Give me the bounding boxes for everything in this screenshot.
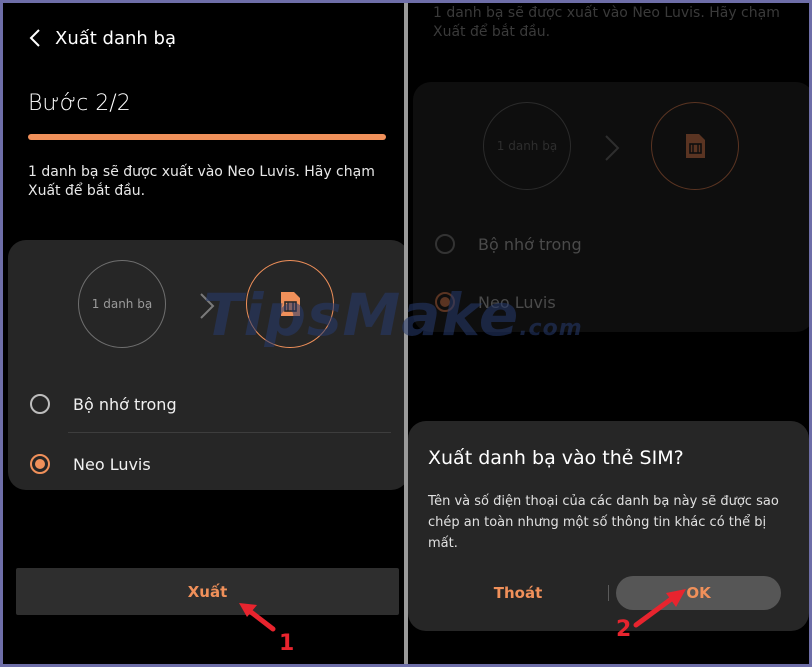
description-text-dimmed: 1 danh bạ sẽ được xuất vào Neo Luvis. Hã… <box>433 5 780 40</box>
callout-number-1: 1 <box>279 631 295 656</box>
right-screen: 1 danh bạ sẽ được xuất vào Neo Luvis. Hã… <box>408 3 809 664</box>
option-label: Neo Luvis <box>73 454 151 474</box>
sim-target-circle <box>651 102 739 190</box>
callout-number-2: 2 <box>616 617 632 642</box>
option-divider <box>68 432 391 433</box>
source-contacts-circle: 1 danh bạ <box>483 102 571 190</box>
sim-card-icon <box>281 292 300 316</box>
page-title: Xuất danh bạ <box>55 27 176 49</box>
export-button[interactable]: Xuất <box>16 568 399 615</box>
callout-arrow-1 <box>239 603 276 632</box>
radio-checked[interactable] <box>30 454 50 474</box>
app-bar: Xuất danh bạ <box>3 21 404 55</box>
radio-checked <box>435 292 455 312</box>
step-title: Bước 2/2 <box>28 91 131 116</box>
back-arrow-icon[interactable] <box>15 21 55 55</box>
option-internal-storage: Bộ nhớ trong <box>413 222 809 266</box>
button-divider <box>608 585 609 601</box>
progress-bar <box>28 134 386 140</box>
option-label: Bộ nhớ trong <box>478 234 582 254</box>
option-label: Neo Luvis <box>478 292 556 312</box>
radio-unchecked <box>435 234 455 254</box>
chevron-right-icon <box>605 135 620 161</box>
dialog-message: Tên và số điện thoại của các danh bạ này… <box>428 494 779 551</box>
chevron-right-icon <box>200 293 215 319</box>
description-text: 1 danh bạ sẽ được xuất vào Neo Luvis. Hã… <box>28 164 375 199</box>
export-target-card-dimmed: 1 danh bạ Bộ nhớ trong Neo Luvis <box>413 82 809 332</box>
option-label: Bộ nhớ trong <box>73 394 177 414</box>
source-contacts-circle: 1 danh bạ <box>78 260 166 348</box>
option-neo-luvis[interactable]: Neo Luvis <box>8 442 404 486</box>
sim-target-circle <box>246 260 334 348</box>
confirm-dialog: Xuất danh bạ vào thẻ SIM? Tên và số điện… <box>408 421 809 631</box>
left-screen: Xuất danh bạ Bước 2/2 1 danh bạ sẽ được … <box>3 3 404 664</box>
option-neo-luvis: Neo Luvis <box>413 280 809 324</box>
dialog-title: Xuất danh bạ vào thẻ SIM? <box>428 447 684 469</box>
screenshot-frame: Xuất danh bạ Bước 2/2 1 danh bạ sẽ được … <box>3 3 809 664</box>
callout-arrow-2 <box>633 589 686 628</box>
option-internal-storage[interactable]: Bộ nhớ trong <box>8 382 404 426</box>
cancel-button[interactable]: Thoát <box>463 576 573 610</box>
radio-unchecked[interactable] <box>30 394 50 414</box>
source-label: 1 danh bạ <box>496 139 558 153</box>
sim-card-icon <box>686 134 705 158</box>
export-target-card: 1 danh bạ Bộ nhớ trong Neo Luvis <box>8 240 404 490</box>
source-label: 1 danh bạ <box>91 297 153 311</box>
